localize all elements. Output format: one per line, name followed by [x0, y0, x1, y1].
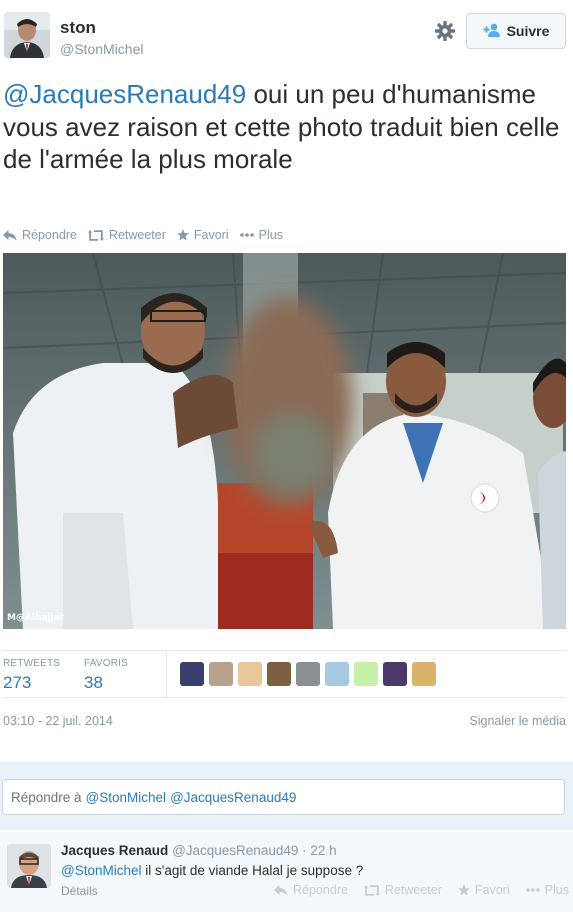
- favoriter-avatar[interactable]: [354, 662, 378, 686]
- ellipsis-icon: [239, 233, 254, 237]
- favorites-count: 38: [84, 673, 103, 692]
- tweet-header: ston @StonMichel Suivre: [0, 0, 573, 70]
- more-label: Plus: [258, 228, 283, 242]
- divider: [3, 650, 566, 651]
- follow-label: Suivre: [506, 23, 550, 39]
- favoriter-avatars: [180, 662, 436, 686]
- favorite-label: Favori: [193, 228, 229, 242]
- retweet-button[interactable]: Retweeter: [87, 228, 166, 242]
- favoriter-avatar[interactable]: [267, 662, 291, 686]
- display-name[interactable]: Jacques Renaud: [61, 843, 168, 858]
- reply-label: Répondre: [22, 228, 77, 242]
- add-user-icon: [483, 23, 501, 40]
- tweet-mention[interactable]: @JacquesRenaud49: [3, 79, 246, 109]
- reply-button[interactable]: Répondre: [3, 228, 77, 242]
- tweet-photo[interactable]: M@Alhajjar: [3, 253, 566, 629]
- favorite-label: Favori: [474, 883, 510, 897]
- report-media-link[interactable]: Signaler le média: [469, 714, 566, 728]
- gear-icon[interactable]: [433, 19, 457, 43]
- reply-button[interactable]: Répondre: [274, 883, 348, 897]
- retweets-label: RETWEETS: [3, 658, 61, 669]
- reply-time[interactable]: · 22 h: [302, 843, 337, 858]
- favoriter-avatar[interactable]: [180, 662, 204, 686]
- details-link[interactable]: Détails: [61, 884, 98, 898]
- more-label: Plus: [544, 883, 569, 897]
- reply-tweet-actions: Répondre Retweeter Favori Plus: [274, 883, 573, 897]
- reply-text-mention[interactable]: @StonMichel: [61, 863, 142, 878]
- avatar[interactable]: [7, 844, 51, 888]
- favoriter-avatar[interactable]: [238, 662, 262, 686]
- more-button[interactable]: Plus: [525, 883, 569, 897]
- retweets-count: 273: [3, 673, 32, 692]
- reply-mention: @StonMichel: [85, 789, 167, 805]
- retweets-stat[interactable]: RETWEETS 273: [3, 658, 60, 693]
- divider: [3, 697, 566, 698]
- reply-label: Répondre: [293, 883, 348, 897]
- follow-button[interactable]: Suivre: [466, 13, 566, 49]
- stats-separator: [166, 651, 167, 697]
- reply-icon: [3, 229, 17, 241]
- tweet-actions: Répondre Retweeter Favori Plus: [3, 226, 294, 244]
- favoriter-avatar[interactable]: [325, 662, 349, 686]
- avatar[interactable]: [4, 12, 50, 58]
- display-name[interactable]: ston: [60, 18, 96, 38]
- more-button[interactable]: Plus: [239, 228, 283, 242]
- tweet-timestamp[interactable]: 03:10 - 22 juil. 2014: [3, 714, 113, 728]
- screen-name[interactable]: @StonMichel: [60, 41, 143, 57]
- retweet-icon: [87, 229, 104, 241]
- favorite-button[interactable]: Favori: [176, 228, 229, 242]
- reply-prefix: Répondre à: [11, 789, 82, 805]
- favoriter-avatar[interactable]: [209, 662, 233, 686]
- favoriter-avatar[interactable]: [412, 662, 436, 686]
- reply-mention: @JacquesRenaud49: [170, 789, 297, 805]
- reply-input[interactable]: Répondre à @StonMichel @JacquesRenaud49: [2, 779, 565, 815]
- star-icon: [176, 229, 189, 241]
- screen-name[interactable]: @JacquesRenaud49: [172, 843, 298, 858]
- retweet-label: Retweeter: [108, 228, 166, 242]
- reply-header: Jacques Renaud @JacquesRenaud49 · 22 h: [61, 843, 337, 858]
- reply-icon: [274, 884, 288, 896]
- tweet-text: @JacquesRenaud49 oui un peu d'humanisme …: [3, 78, 568, 176]
- reply-text: @StonMichel il s'agit de viande Halal je…: [61, 863, 363, 878]
- favorites-stat[interactable]: FAVORIS 38: [84, 658, 128, 693]
- favorites-label: FAVORIS: [84, 658, 129, 669]
- reply-composer-area: Répondre à @StonMichel @JacquesRenaud49: [0, 762, 573, 830]
- favoriter-avatar[interactable]: [383, 662, 407, 686]
- favorite-button[interactable]: Favori: [457, 883, 510, 897]
- photo-watermark: M@Alhajjar: [7, 613, 65, 623]
- ellipsis-icon: [525, 888, 540, 892]
- favoriter-avatar[interactable]: [296, 662, 320, 686]
- reply-text-body: il s'agit de viande Halal je suppose ?: [141, 863, 364, 878]
- reply-tweet[interactable]: Jacques Renaud @JacquesRenaud49 · 22 h @…: [0, 832, 573, 912]
- retweet-icon: [363, 884, 380, 896]
- retweet-label: Retweeter: [384, 883, 442, 897]
- retweet-button[interactable]: Retweeter: [363, 883, 442, 897]
- star-icon: [457, 884, 470, 896]
